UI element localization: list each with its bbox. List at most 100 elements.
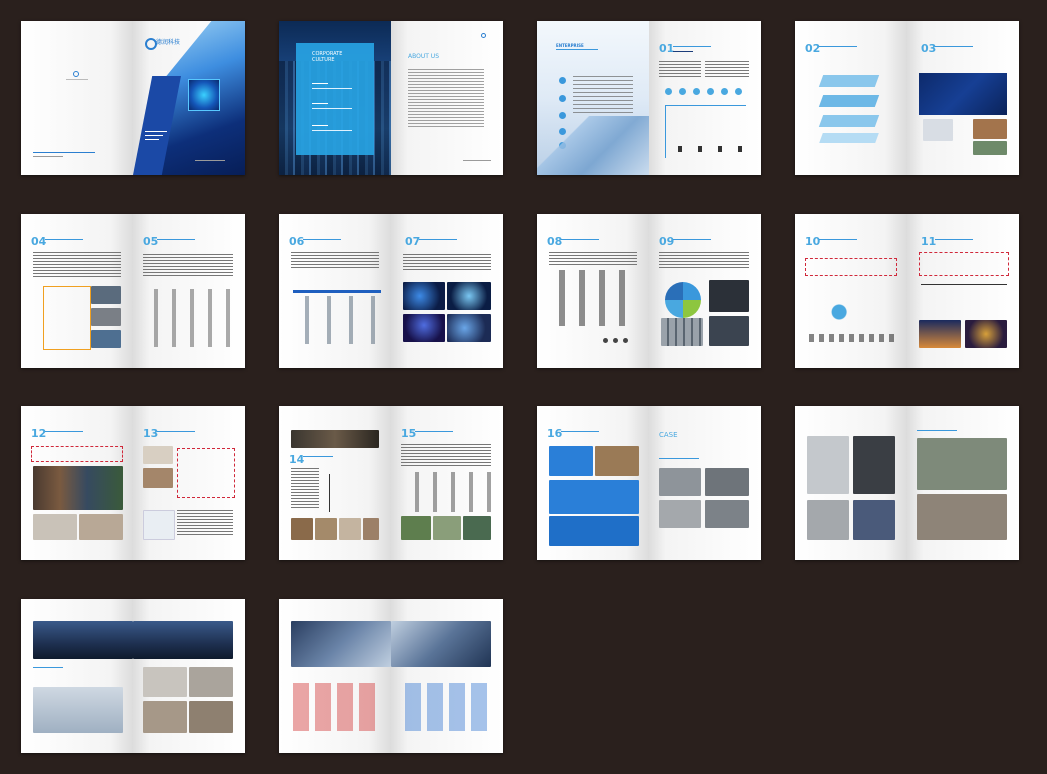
- section-10-page: 10: [795, 214, 907, 368]
- device-photo: [143, 510, 175, 540]
- layered-diagram-4: [819, 133, 879, 143]
- section-16-number: 16: [547, 427, 563, 440]
- cover-text-line-2: [145, 135, 163, 136]
- section-text-right: [705, 61, 749, 77]
- brochure-spread-16-case[interactable]: 16 CASE: [537, 406, 761, 560]
- led-screen-photo-2: [447, 282, 491, 310]
- section-10-number: 10: [805, 235, 821, 248]
- warehouse-photo: [853, 500, 895, 540]
- dashboard-photo-1: [923, 119, 953, 141]
- cloud-diagram: [809, 292, 895, 332]
- brochure-spread-partners[interactable]: [279, 599, 503, 753]
- handshake-photo-left: [291, 621, 391, 667]
- back-cover-page: [21, 21, 133, 175]
- orange-flow-diagram: [43, 286, 91, 350]
- section-07-page: 07: [391, 214, 503, 368]
- handshake-photo-right: [391, 621, 491, 667]
- turnstile-photo-3: [91, 330, 121, 348]
- about-body-text: [408, 69, 484, 129]
- office-building-photo: [33, 687, 123, 733]
- brochure-spread-04-05[interactable]: 04 05: [21, 214, 245, 368]
- led-screen-photo-4: [447, 314, 491, 342]
- building-photo: [537, 116, 649, 175]
- brochure-spread-about[interactable]: CORPORATE CULTURE ABOUT US: [279, 21, 503, 175]
- front-cover-page: 德润科技: [133, 21, 245, 175]
- partner-logo-grid-left: [293, 683, 379, 731]
- round-device-icon-2: [613, 338, 618, 343]
- brochure-spread-photos-2[interactable]: [21, 599, 245, 753]
- section-14-text: [291, 468, 319, 508]
- hotel-photo-2: [143, 468, 173, 488]
- brochure-spread-14-15[interactable]: 14 15: [279, 406, 503, 560]
- dashboard-screen: [919, 73, 1007, 115]
- section-13-text: [177, 510, 233, 536]
- section-13-number: 13: [143, 427, 159, 440]
- section-15-number: 15: [401, 427, 417, 440]
- brochure-spread-06-07[interactable]: 06 07: [279, 214, 503, 368]
- brochure-spread-10-11[interactable]: 10 11: [795, 214, 1019, 368]
- flow-diagram: [921, 284, 1007, 305]
- culture-title: CORPORATE CULTURE: [312, 51, 343, 63]
- skyline-page-right: [133, 599, 245, 753]
- partners-page-left: [279, 599, 391, 753]
- case-title-bar: [659, 458, 699, 459]
- network-diagram: [665, 105, 746, 158]
- section-14-page: 14: [279, 406, 391, 560]
- culture-text-3: [312, 103, 328, 104]
- back-cover-rule: [66, 79, 88, 80]
- brochure-spread-02-03[interactable]: 02 03: [795, 21, 1019, 175]
- highlight-box: [805, 258, 897, 276]
- brochure-spread-08-09[interactable]: 08 09: [537, 214, 761, 368]
- section-06-page: 06: [279, 214, 391, 368]
- cover-text-line-3: [145, 139, 159, 140]
- section-06-number: 06: [289, 235, 305, 248]
- service-icon-5: [721, 88, 728, 95]
- section-11-title-bar: [935, 239, 973, 240]
- case-photo-3: [659, 500, 701, 528]
- section-05-title-bar: [157, 239, 195, 240]
- culture-text-5: [312, 125, 328, 126]
- section-12-page: 12: [21, 406, 133, 560]
- round-device-icon-1: [603, 338, 608, 343]
- culture-text-4: [312, 108, 352, 109]
- section-13-page: 13: [133, 406, 245, 560]
- brochure-spread-12-13[interactable]: 12 13: [21, 406, 245, 560]
- skyline-photo-left: [33, 621, 133, 659]
- brochure-spread-cover[interactable]: 德润科技: [21, 21, 245, 175]
- section-12-number: 12: [31, 427, 47, 440]
- round-device-icon-3: [623, 338, 628, 343]
- section-05-number: 05: [143, 235, 159, 248]
- highlight-box: [177, 448, 235, 498]
- interior-photo-1: [807, 436, 849, 494]
- gate-photo-2: [917, 494, 1007, 540]
- dashboard-photo-3: [973, 141, 1007, 155]
- brochure-spread-photos-1[interactable]: [795, 406, 1019, 560]
- enterprise-icon-2: [559, 95, 566, 102]
- section-14-title-bar: [303, 456, 333, 457]
- server-rack-photo: [661, 318, 703, 346]
- turnstile-photo-2: [91, 308, 121, 326]
- meeting-room-photo-1: [143, 667, 187, 697]
- room-photo-b: [315, 518, 337, 540]
- section-08-page: 08: [537, 214, 649, 368]
- brochure-spread-enterprise[interactable]: ENTERPRISE 01: [537, 21, 761, 175]
- section-04-title-bar: [45, 239, 83, 240]
- device-diagram: [145, 289, 235, 347]
- service-icon-3: [693, 88, 700, 95]
- enterprise-page: ENTERPRISE: [537, 21, 649, 175]
- meeting-room-photo-2: [189, 667, 233, 697]
- section-subtitle-bar: [673, 51, 693, 52]
- section-07-text: [403, 254, 491, 272]
- led-screen-photo-3: [403, 314, 445, 342]
- equipment-grid: [549, 480, 639, 514]
- tree-diagram: [329, 474, 376, 512]
- turnstile-photo-1: [91, 286, 121, 304]
- layered-diagram-3: [818, 115, 880, 127]
- section-15-page: 15: [391, 406, 503, 560]
- section-15-title-bar: [415, 431, 453, 432]
- interior-photo-2: [853, 436, 895, 494]
- led-screen-photo-1: [403, 282, 445, 310]
- section-16-title-bar: [561, 431, 599, 432]
- section-title-bar: [673, 46, 711, 47]
- room-photo-c: [339, 518, 361, 540]
